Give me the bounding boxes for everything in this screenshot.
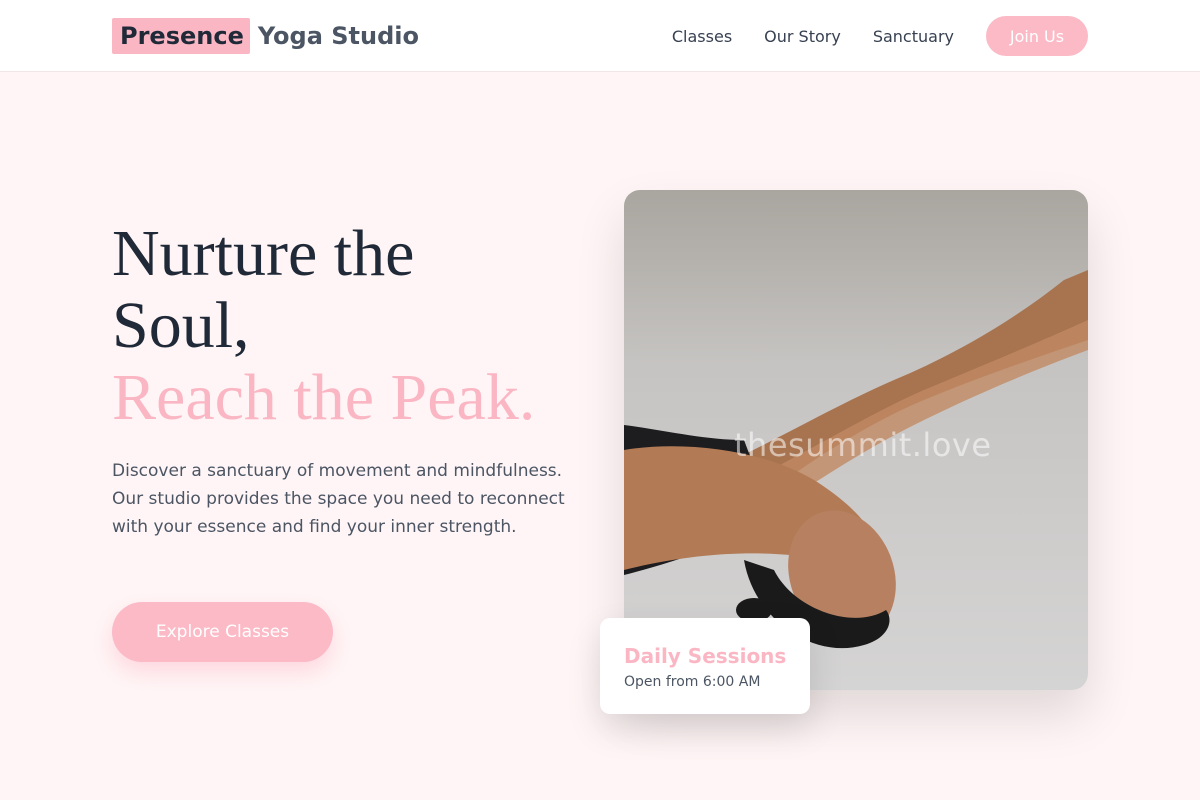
hero-headline: Nurture the Soul, Reach the Peak.	[112, 218, 535, 434]
daily-sessions-card: Daily Sessions Open from 6:00 AM	[600, 618, 810, 714]
headline-line-3: Reach the Peak.	[112, 361, 536, 434]
logo[interactable]: Presence Yoga Studio	[112, 18, 419, 54]
card-title: Daily Sessions	[624, 644, 787, 668]
headline-line-1: Nurture the	[112, 217, 415, 290]
logo-mark: Presence	[112, 18, 250, 54]
hero-intro: Discover a sanctuary of movement and min…	[112, 461, 565, 537]
nav-link-classes[interactable]: Classes	[672, 27, 732, 46]
join-us-button[interactable]: Join Us	[986, 16, 1088, 56]
hero-photo: thesummit.love	[624, 190, 1088, 690]
nav-link-sanctuary[interactable]: Sanctuary	[873, 27, 954, 46]
headline-line-2: Soul,	[112, 289, 250, 362]
main-nav: Classes Our Story Sanctuary Join Us	[672, 16, 1088, 56]
explore-classes-button[interactable]: Explore Classes	[112, 602, 333, 662]
logo-text: Yoga Studio	[257, 22, 419, 50]
card-subtitle: Open from 6:00 AM	[624, 674, 761, 690]
site-header: Presence Yoga Studio Classes Our Story S…	[0, 0, 1200, 72]
watermark: thesummit.love	[734, 426, 992, 464]
nav-link-our-story[interactable]: Our Story	[764, 27, 841, 46]
